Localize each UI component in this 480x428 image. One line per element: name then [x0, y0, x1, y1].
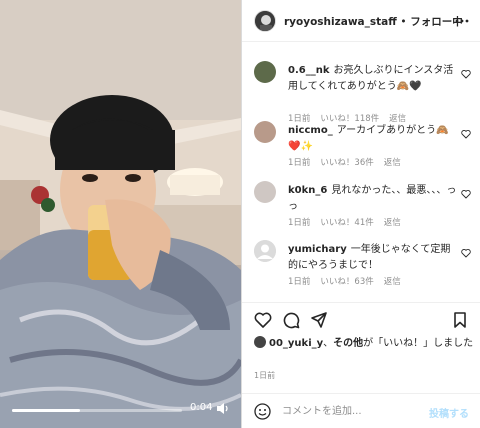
comment-meta: 1日前 いいね！63件 返信	[288, 275, 411, 287]
bookmark-icon[interactable]	[451, 311, 469, 329]
commenter-avatar[interactable]	[254, 240, 276, 262]
author-username[interactable]: ryoyoshizawa_staff	[284, 16, 397, 28]
comment-meta: 1日前 いいね！41件 返信	[288, 216, 411, 228]
more-icon[interactable]	[455, 15, 469, 27]
reply-button[interactable]: 返信	[384, 218, 401, 228]
header-separator: •	[400, 16, 407, 28]
author-avatar[interactable]	[254, 10, 276, 32]
likes-others-link[interactable]: その他	[333, 338, 363, 349]
volume-icon[interactable]	[216, 402, 230, 415]
video-frame	[0, 0, 241, 428]
likes-summary: 00_yuki_y、その他が「いいね！」しました	[254, 336, 474, 352]
liker-username[interactable]: 00_yuki_y	[269, 338, 323, 349]
comment-body: yumichary 一年後じゃなくて定期的にやろうまじで！	[288, 242, 458, 274]
reply-button[interactable]: 返信	[384, 158, 401, 168]
commenter-username[interactable]: k0kn_6	[288, 185, 327, 196]
comment-body: 0.6__nk お亮久しぶりにインスタ活用してくれてありがとう🙈🖤	[288, 63, 458, 95]
comment-time: 1日前	[288, 158, 311, 168]
comment-heart-icon[interactable]	[461, 129, 471, 139]
post-comment-button[interactable]: 投稿する	[429, 405, 469, 420]
liker-avatar	[254, 336, 266, 348]
comment-input[interactable]	[282, 403, 412, 420]
emoji-icon[interactable]	[254, 403, 271, 420]
comment-time: 1日前	[288, 277, 311, 287]
commenter-avatar[interactable]	[254, 121, 276, 143]
send-icon[interactable]	[310, 311, 328, 329]
comment-heart-icon[interactable]	[461, 248, 471, 258]
comment-body: k0kn_6 見れなかった、、最悪、、、っっ	[288, 183, 458, 215]
comment-heart-icon[interactable]	[461, 189, 471, 199]
video-time: 0:04	[190, 402, 213, 413]
comment-likes[interactable]: いいね！41件	[320, 218, 373, 228]
comment-likes[interactable]: いいね！63件	[320, 277, 373, 287]
post-date: 1日前	[254, 371, 276, 380]
comment-meta: 1日前 いいね！36件 返信	[288, 156, 411, 168]
reply-button[interactable]: 返信	[384, 277, 401, 287]
commenter-username[interactable]: yumichary	[288, 244, 347, 255]
commenter-avatar[interactable]	[254, 61, 276, 83]
video-progress-bar[interactable]	[12, 409, 182, 412]
action-bar	[242, 302, 480, 330]
likes-suffix: が「いいね！」しました	[363, 338, 474, 349]
comment-composer: 投稿する	[242, 393, 480, 428]
commenter-username[interactable]: niccmo_	[288, 125, 333, 136]
heart-icon[interactable]	[254, 311, 272, 329]
likes-connector: 、	[323, 338, 334, 349]
post-panel: ryoyoshizawa_staff • フォロー中 0.6__nk お亮久しぶり…	[241, 0, 480, 428]
commenter-avatar[interactable]	[254, 181, 276, 203]
post-header: ryoyoshizawa_staff • フォロー中	[242, 0, 480, 42]
comment-time: 1日前	[288, 218, 311, 228]
live-video[interactable]: 0:04	[0, 0, 241, 428]
default-avatar-icon	[254, 240, 276, 262]
author-line: ryoyoshizawa_staff • フォロー中	[284, 14, 463, 29]
comment-icon[interactable]	[282, 311, 300, 329]
video-progress-fill	[12, 409, 80, 412]
comment-likes[interactable]: いいね！36件	[320, 158, 373, 168]
comment-heart-icon[interactable]	[461, 69, 471, 79]
comment-body: niccmo_ アーカイブありがとう🙈❤️✨	[288, 123, 458, 155]
commenter-username[interactable]: 0.6__nk	[288, 65, 329, 76]
